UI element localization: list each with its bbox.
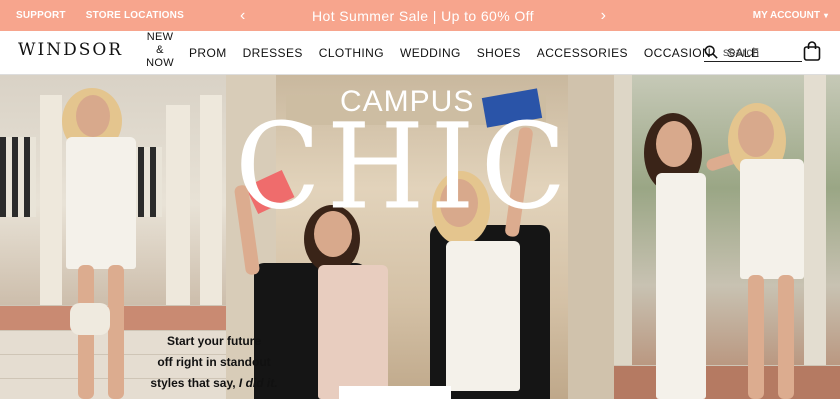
tagline-line: styles that say, I did it. <box>146 373 282 394</box>
hero-banner[interactable]: CAMPUS CHIC Start your future off right … <box>0 75 840 399</box>
promo-bar: SUPPORT STORE LOCATIONS ‹ Hot Summer Sal… <box>0 0 840 31</box>
nav-item-prom[interactable]: PROM <box>189 46 227 60</box>
promo-message[interactable]: Hot Summer Sale | Up to 60% Off <box>312 8 534 24</box>
search-icon[interactable] <box>704 45 718 59</box>
nav-item-occasion[interactable]: OCCASION <box>644 46 711 60</box>
tagline-line: off right in standout <box>157 355 271 369</box>
promo-left-links: SUPPORT STORE LOCATIONS <box>16 0 184 31</box>
nav-item-wedding[interactable]: WEDDING <box>400 46 461 60</box>
promo-carousel: ‹ Hot Summer Sale | Up to 60% Off › <box>236 0 610 31</box>
nav-item-clothing[interactable]: CLOTHING <box>319 46 384 60</box>
my-account-menu[interactable]: MY ACCOUNT ▾ <box>753 0 828 31</box>
chevron-down-icon: ▾ <box>823 11 828 20</box>
site-logo[interactable]: WINDSOR <box>18 40 123 60</box>
support-link[interactable]: SUPPORT <box>16 10 66 21</box>
my-account-label: MY ACCOUNT <box>752 10 820 21</box>
nav-item-accessories[interactable]: ACCESSORIES <box>537 46 628 60</box>
nav-item-new-now[interactable]: NEW & NOW <box>144 31 176 70</box>
hero-cta-button[interactable] <box>339 386 451 399</box>
tagline-line: Start your future <box>166 334 261 348</box>
main-nav: WINDSOR NEW & NOW PROM DRESSES CLOTHING … <box>0 31 840 75</box>
shopping-bag-icon[interactable] <box>803 41 821 61</box>
hero-headline-large: CHIC <box>235 99 573 237</box>
promo-prev-chevron-icon[interactable]: ‹ <box>236 7 249 25</box>
promo-next-chevron-icon[interactable]: › <box>597 7 610 25</box>
nav-item-shoes[interactable]: SHOES <box>477 46 521 60</box>
nav-item-dresses[interactable]: DRESSES <box>243 46 303 60</box>
tagline-prefix: styles that say, <box>150 376 239 390</box>
hero-photo-right <box>614 75 840 399</box>
search-box[interactable] <box>704 42 802 62</box>
new-now-line: NEW <box>146 31 174 43</box>
store-locations-link[interactable]: STORE LOCATIONS <box>86 10 184 21</box>
new-now-line: & <box>156 44 164 56</box>
nav-menu: PROM DRESSES CLOTHING WEDDING SHOES ACCE… <box>189 31 759 75</box>
search-input[interactable] <box>723 44 797 59</box>
hero-tagline: Start your future off right in standout … <box>146 331 282 394</box>
tagline-emphasis: I did it. <box>238 376 278 390</box>
new-now-line: NOW <box>146 57 174 69</box>
